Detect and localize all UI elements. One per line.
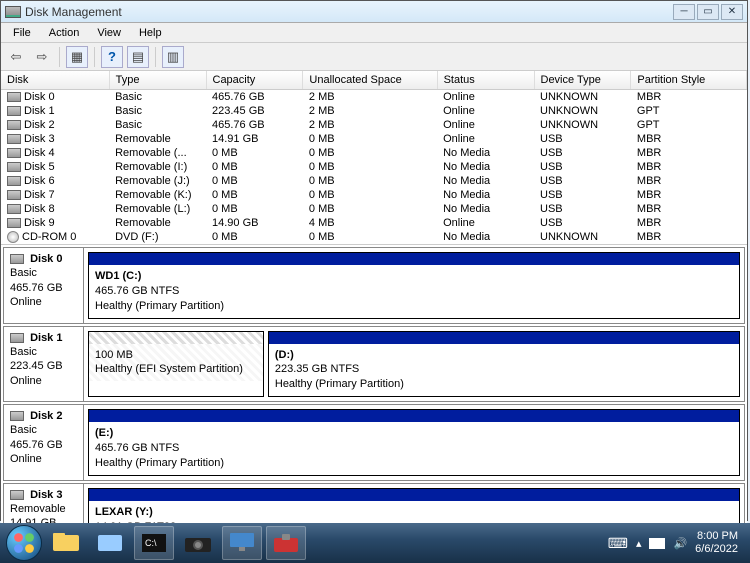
column-header[interactable]: Partition Style: [631, 71, 747, 90]
partition-area: WD1 (C:)465.76 GB NTFSHealthy (Primary P…: [84, 248, 744, 323]
taskbar-app-icon[interactable]: [90, 526, 130, 560]
column-header[interactable]: Capacity: [206, 71, 303, 90]
disk-icon: [7, 162, 21, 172]
disk-header: Disk 3Removable14.91 GBOnline: [4, 484, 84, 525]
column-header[interactable]: Type: [109, 71, 206, 90]
disk-icon: [7, 218, 21, 228]
disk-row[interactable]: Disk 4Removable (...0 MB0 MBNo MediaUSBM…: [1, 146, 747, 160]
disk-row[interactable]: Disk 8Removable (L:)0 MB0 MBNo MediaUSBM…: [1, 202, 747, 216]
partition-info: (E:)465.76 GB NTFSHealthy (Primary Parti…: [89, 422, 739, 475]
disk-icon: [7, 92, 21, 102]
svg-text:C:\: C:\: [145, 538, 157, 548]
menubar: File Action View Help: [1, 23, 747, 43]
disk-icon: [5, 6, 21, 18]
maximize-button[interactable]: ▭: [697, 4, 719, 20]
disk-row[interactable]: Disk 6Removable (J:)0 MB0 MBNo MediaUSBM…: [1, 174, 747, 188]
taskbar-monitor-icon[interactable]: [222, 526, 262, 560]
disk-diagram-row[interactable]: Disk 3Removable14.91 GBOnlineLEXAR (Y:)1…: [3, 483, 745, 525]
toolbar: ⇦ ⇨ ▦ ? ▤ ▥: [1, 43, 747, 71]
minimize-button[interactable]: ─: [673, 4, 695, 20]
action-center-icon[interactable]: [649, 538, 665, 549]
disk-icon: [7, 134, 21, 144]
disk-icon: [7, 120, 21, 130]
clock[interactable]: 8:00 PM 6/6/2022: [695, 530, 744, 556]
disk-list[interactable]: DiskTypeCapacityUnallocated SpaceStatusD…: [1, 71, 747, 245]
refresh-button[interactable]: ▦: [66, 46, 88, 68]
column-header[interactable]: Disk: [1, 71, 109, 90]
separator: [94, 47, 95, 67]
disk-diagram-row[interactable]: Disk 0Basic465.76 GBOnlineWD1 (C:)465.76…: [3, 247, 745, 324]
disk-icon: [7, 204, 21, 214]
cd-icon: [7, 231, 19, 243]
menu-help[interactable]: Help: [131, 25, 170, 41]
partition-area: 100 MBHealthy (EFI System Partition) (D:…: [84, 327, 744, 402]
disk-header: Disk 1Basic223.45 GBOnline: [4, 327, 84, 402]
menu-view[interactable]: View: [89, 25, 129, 41]
disk-header: Disk 0Basic465.76 GBOnline: [4, 248, 84, 323]
disk-diagram-row[interactable]: Disk 2Basic465.76 GBOnline (E:)465.76 GB…: [3, 404, 745, 481]
help-button[interactable]: ?: [101, 46, 123, 68]
column-header[interactable]: Device Type: [534, 71, 631, 90]
window-title: Disk Management: [25, 5, 673, 19]
partition-bar: [89, 253, 739, 265]
partition-info: WD1 (C:)465.76 GB NTFSHealthy (Primary P…: [89, 265, 739, 318]
disk-icon: [7, 176, 21, 186]
settings-button[interactable]: ▥: [162, 46, 184, 68]
taskbar[interactable]: C:\ ⌨ ▴ 🔊 8:00 PM 6/6/2022: [0, 523, 750, 563]
volume-icon[interactable]: 🔊: [673, 537, 687, 550]
disk-row[interactable]: Disk 3Removable14.91 GB0 MBOnlineUSBMBR: [1, 132, 747, 146]
disk-row[interactable]: Disk 0Basic465.76 GB2 MBOnlineUNKNOWNMBR: [1, 90, 747, 105]
partition-info: 100 MBHealthy (EFI System Partition): [89, 344, 263, 382]
column-header[interactable]: Status: [437, 71, 534, 90]
disk-row[interactable]: Disk 7Removable (K:)0 MB0 MBNo MediaUSBM…: [1, 188, 747, 202]
partition-area: (E:)465.76 GB NTFSHealthy (Primary Parti…: [84, 405, 744, 480]
back-button[interactable]: ⇦: [5, 46, 27, 68]
disk-row[interactable]: Disk 5Removable (I:)0 MB0 MBNo MediaUSBM…: [1, 160, 747, 174]
disk-header: Disk 2Basic465.76 GBOnline: [4, 405, 84, 480]
disk-management-window: Disk Management ─ ▭ ✕ File Action View H…: [0, 0, 748, 521]
disk-row[interactable]: Disk 1Basic223.45 GB2 MBOnlineUNKNOWNGPT: [1, 104, 747, 118]
separator: [155, 47, 156, 67]
partition-info: (D:)223.35 GB NTFSHealthy (Primary Parti…: [269, 344, 739, 397]
disk-icon: [7, 148, 21, 158]
taskbar-explorer-icon[interactable]: [46, 526, 86, 560]
close-button[interactable]: ✕: [721, 4, 743, 20]
partition-info: LEXAR (Y:)14.91 GB FAT32Healthy (Active,…: [89, 501, 739, 525]
menu-file[interactable]: File: [5, 25, 39, 41]
system-tray[interactable]: ⌨ ▴ 🔊 8:00 PM 6/6/2022: [608, 530, 744, 556]
forward-button[interactable]: ⇨: [31, 46, 53, 68]
taskbar-camera-icon[interactable]: [178, 526, 218, 560]
disk-icon: [7, 106, 21, 116]
titlebar[interactable]: Disk Management ─ ▭ ✕: [1, 1, 747, 23]
separator: [59, 47, 60, 67]
partition[interactable]: (E:)465.76 GB NTFSHealthy (Primary Parti…: [88, 409, 740, 476]
column-header[interactable]: Unallocated Space: [303, 71, 437, 90]
partition[interactable]: WD1 (C:)465.76 GB NTFSHealthy (Primary P…: [88, 252, 740, 319]
start-button[interactable]: [6, 525, 42, 561]
partition[interactable]: (D:)223.35 GB NTFSHealthy (Primary Parti…: [268, 331, 740, 398]
taskbar-cmd-icon[interactable]: C:\: [134, 526, 174, 560]
taskbar-toolbox-icon[interactable]: [266, 526, 306, 560]
disk-row[interactable]: CD-ROM 0DVD (F:)0 MB0 MBNo MediaUNKNOWNM…: [1, 230, 747, 244]
keyboard-icon[interactable]: ⌨: [608, 535, 628, 552]
column-headers[interactable]: DiskTypeCapacityUnallocated SpaceStatusD…: [1, 71, 747, 90]
disk-row[interactable]: Disk 2Basic465.76 GB2 MBOnlineUNKNOWNGPT: [1, 118, 747, 132]
menu-action[interactable]: Action: [41, 25, 88, 41]
partition-bar: [269, 332, 739, 344]
partition-bar: [89, 332, 263, 344]
disk-icon: [7, 190, 21, 200]
disk-diagram-pane[interactable]: Disk 0Basic465.76 GBOnlineWD1 (C:)465.76…: [1, 245, 747, 525]
partition[interactable]: 100 MBHealthy (EFI System Partition): [88, 331, 264, 398]
disk-diagram-row[interactable]: Disk 1Basic223.45 GBOnline100 MBHealthy …: [3, 326, 745, 403]
disk-row[interactable]: Disk 9Removable14.90 GB4 MBOnlineUSBMBR: [1, 216, 747, 230]
partition[interactable]: LEXAR (Y:)14.91 GB FAT32Healthy (Active,…: [88, 488, 740, 525]
partition-bar: [89, 489, 739, 501]
partition-bar: [89, 410, 739, 422]
tray-chevron-icon[interactable]: ▴: [636, 537, 642, 550]
properties-button[interactable]: ▤: [127, 46, 149, 68]
partition-area: LEXAR (Y:)14.91 GB FAT32Healthy (Active,…: [84, 484, 744, 525]
